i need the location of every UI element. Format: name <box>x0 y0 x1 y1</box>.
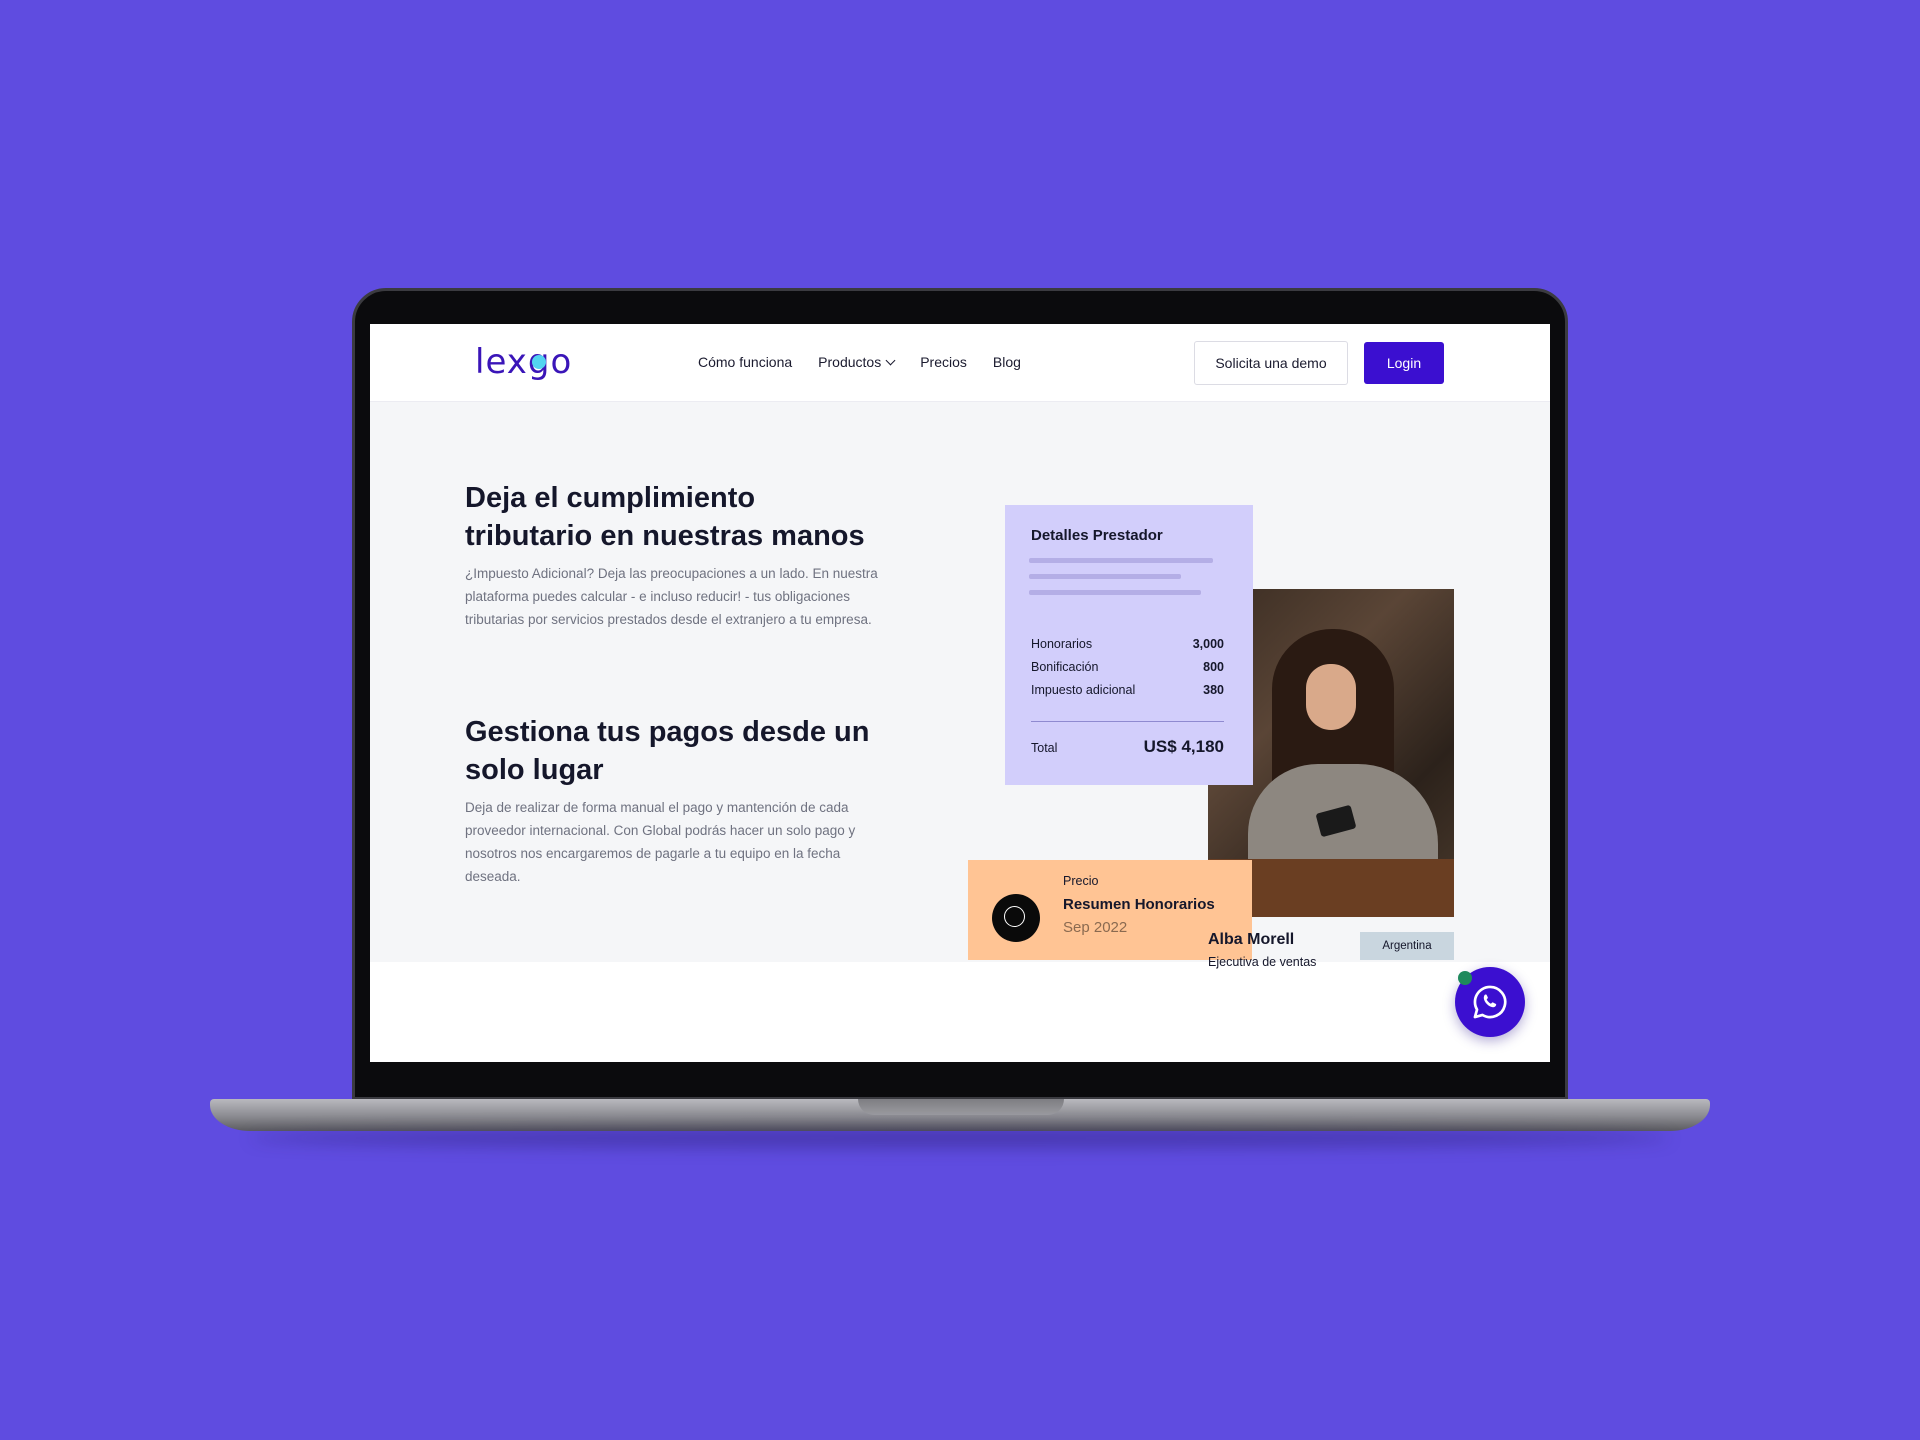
nav-link-precios[interactable]: Precios <box>920 354 967 370</box>
row-value: 380 <box>1203 683 1224 697</box>
circle-icon <box>992 894 1040 942</box>
login-button[interactable]: Login <box>1364 342 1444 384</box>
online-indicator <box>1458 971 1472 985</box>
country-badge: Argentina <box>1360 932 1454 960</box>
request-demo-button[interactable]: Solicita una demo <box>1194 341 1348 385</box>
person-role: Ejecutiva de ventas <box>1208 955 1317 969</box>
details-card: Detalles Prestador Honorarios 3,000 Boni… <box>1005 505 1253 785</box>
row-value: 800 <box>1203 660 1224 674</box>
hero-heading-2: Gestiona tus pagos desde un solo lugar <box>465 716 870 786</box>
details-row: Impuesto adicional 380 <box>1031 683 1224 697</box>
nav-link-label: Blog <box>992 354 1021 370</box>
details-row: Bonificación 800 <box>1031 660 1224 674</box>
nav-link-label: Cómo funciona <box>698 354 793 370</box>
placeholder-bar <box>1029 574 1181 579</box>
whatsapp-icon <box>1473 985 1507 1019</box>
logo[interactable]: lexgo <box>475 342 572 382</box>
heading-line: Deja el cumplimiento <box>465 482 756 514</box>
hero-paragraph-2: Deja de realizar de forma manual el pago… <box>465 800 856 884</box>
price-date: Sep 2022 <box>1063 919 1128 936</box>
row-value: 3,000 <box>1192 637 1224 651</box>
photo-face <box>1306 664 1356 730</box>
price-label: Precio <box>1063 874 1099 888</box>
hero-section: Deja el cumplimiento tributario en nuest… <box>370 402 1550 969</box>
row-label: Honorarios <box>1031 637 1093 651</box>
total-value: US$ 4,180 <box>1143 737 1224 756</box>
placeholder-bar <box>1029 558 1213 563</box>
logo-dot-icon <box>532 355 546 369</box>
row-label: Impuesto adicional <box>1031 683 1136 697</box>
top-navigation: lexgo Cómo funciona Productos Precios Bl… <box>370 324 1550 402</box>
nav-link-label: Productos <box>818 354 882 370</box>
hero-heading-1: Deja el cumplimiento tributario en nuest… <box>465 479 935 555</box>
details-row: Honorarios 3,000 <box>1031 637 1224 651</box>
chevron-down-icon <box>885 355 896 365</box>
placeholder-bar <box>1029 590 1201 595</box>
laptop-shadow <box>250 1128 1670 1148</box>
row-label: Bonificación <box>1031 660 1099 674</box>
price-title: Resumen Honorarios <box>1063 896 1215 913</box>
nav-link-label: Precios <box>920 354 967 370</box>
nav-link-blog[interactable]: Blog <box>993 354 1021 370</box>
nav-links: Cómo funciona Productos Precios Blog <box>698 354 1021 370</box>
heading-line: tributario en nuestras manos <box>465 520 865 552</box>
hero-paragraph-1: ¿Impuesto Adicional? Deja las preocupaci… <box>465 566 878 627</box>
nav-link-productos[interactable]: Productos <box>818 354 896 370</box>
details-title: Detalles Prestador <box>1031 527 1163 544</box>
laptop-notch <box>858 1099 1064 1115</box>
laptop-screen: lexgo Cómo funciona Productos Precios Bl… <box>370 324 1550 1062</box>
total-label: Total <box>1031 741 1058 755</box>
details-divider <box>1031 721 1224 722</box>
nav-link-como-funciona[interactable]: Cómo funciona <box>698 354 792 370</box>
person-name: Alba Morell <box>1208 931 1295 948</box>
